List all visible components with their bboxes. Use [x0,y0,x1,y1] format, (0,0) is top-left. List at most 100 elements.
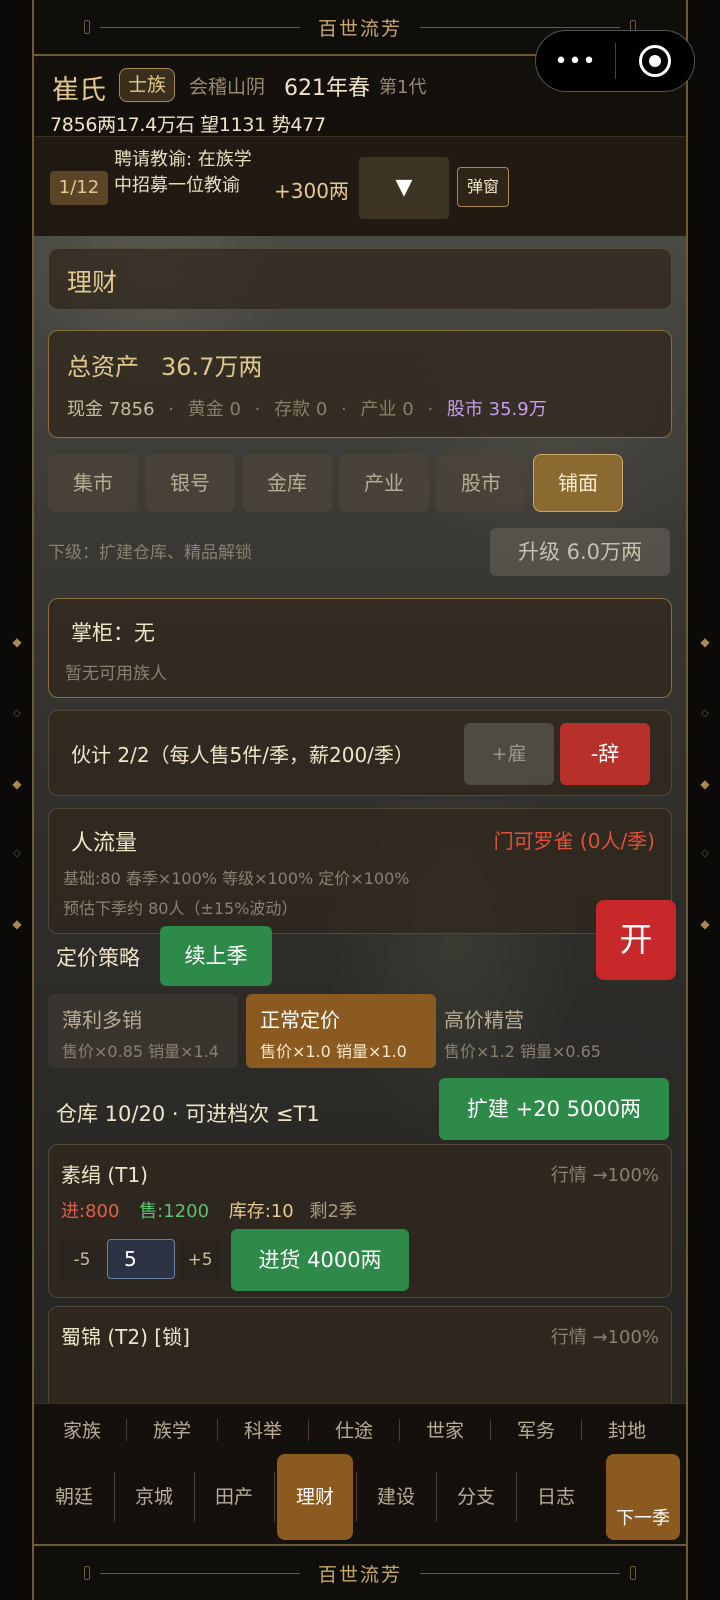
price-option-name: 正常定价 [260,1008,340,1032]
diamond-ornament-icon: ◆ [12,635,22,649]
tab-stock[interactable]: 股市 [436,454,526,512]
manager-sub: 暂无可用族人 [65,664,167,684]
diamond-ornament-icon: ◆ [700,917,710,931]
nav-construction[interactable]: 建设 [358,1482,434,1509]
nav-career[interactable]: 仕途 [314,1416,394,1443]
property-value: 产业 0 [360,399,414,420]
nav-separator [490,1419,491,1441]
nav-separator [581,1419,582,1441]
hire-clerk-button[interactable]: +雇 [464,723,554,785]
bottom-nav: 家族 族学 科举 仕途 世家 军务 封地 朝廷 京城 田产 理财 建设 分支 日… [34,1403,686,1544]
nav-farmland[interactable]: 田产 [196,1482,272,1509]
total-assets-label: 总资产 [67,353,139,381]
separator: · [168,399,174,420]
nav-capital[interactable]: 京城 [116,1482,192,1509]
upgrade-button[interactable]: 升级 6.0万两 [490,528,670,576]
quantity-minus-button[interactable]: -5 [61,1241,103,1279]
traffic-factors: 基础:80 春季×100% 等级×100% 定价×100% [63,869,410,888]
nav-military[interactable]: 军务 [496,1416,576,1443]
goods-market: 行情 →100% [550,1165,659,1186]
cash-value: 现金 7856 [67,399,155,420]
miniprogram-capsule: ••• [535,30,695,92]
nav-exam[interactable]: 科举 [223,1416,303,1443]
open-shop-button[interactable]: 开 [596,900,676,980]
nav-school[interactable]: 族学 [132,1416,212,1443]
clan-place: 会稽山阴 [189,76,266,98]
goods-name: 素绢 (T1) [61,1163,148,1187]
stock-value: 股市 35.9万 [446,399,547,420]
nav-log[interactable]: 日志 [518,1482,594,1509]
tab-vault[interactable]: 金库 [242,454,332,512]
diamond-outline-icon: ◇ [701,708,709,719]
task-dropdown-button[interactable]: ▼ [359,157,449,219]
quantity-input[interactable]: 5 [107,1239,175,1279]
nav-branch[interactable]: 分支 [438,1482,514,1509]
title-line-ornament [100,27,300,28]
price-option-desc: 售价×0.85 销量×1.4 [62,1042,219,1061]
price-option-desc: 售价×1.2 销量×0.65 [444,1042,601,1061]
title-cap-ornament [84,20,90,34]
more-icon[interactable]: ••• [536,49,615,74]
next-level-info: 下级：扩建仓库、精品解锁 [48,543,252,563]
nav-row-primary: 家族 族学 科举 仕途 世家 军务 封地 [34,1404,686,1450]
finance-content[interactable]: 理财 总资产 36.7万两 现金 7856 · 黄金 0 · 存款 0 · 产业… [34,236,686,1403]
nav-separator [356,1472,357,1522]
nav-aristocrats[interactable]: 世家 [405,1416,485,1443]
restock-button[interactable]: 进货 4000两 [231,1229,409,1291]
nav-separator [516,1472,517,1522]
continue-last-season-button[interactable]: 续上季 [160,926,272,986]
deposit-value: 存款 0 [274,399,328,420]
diamond-ornament-icon: ◆ [12,917,22,931]
resources-summary: 7856两17.4万石 望1131 势477 [50,114,326,136]
traffic-estimate: 预估下季约 80人（±15%波动） [63,899,298,918]
quantity-plus-button[interactable]: +5 [179,1241,221,1279]
close-target-icon[interactable] [616,45,694,77]
left-border: ◆ ◇ ◆ ◇ ◆ [0,0,34,1600]
fire-clerk-button[interactable]: -辞 [560,723,650,785]
price-option-high[interactable]: 高价精营 售价×1.2 销量×0.65 [430,994,620,1068]
nav-finance[interactable]: 理财 [277,1454,353,1540]
tab-market[interactable]: 集市 [48,454,138,512]
goods-item: 蜀锦 (T2) [锁] 行情 →100% [48,1306,672,1403]
total-assets-value: 36.7万两 [161,353,263,381]
right-border: ◆ ◇ ◆ ◇ ◆ [686,0,720,1600]
buy-price: 进:800 [61,1201,120,1222]
nav-separator [126,1419,127,1441]
separator: · [341,399,347,420]
nav-separator [436,1472,437,1522]
seasons-left: 剩2季 [309,1201,357,1222]
goods-name: 蜀锦 (T2) [锁] [61,1325,190,1349]
price-option-normal[interactable]: 正常定价 售价×1.0 销量×1.0 [246,994,436,1068]
nav-court[interactable]: 朝廷 [36,1482,112,1509]
sell-price: 售:1200 [139,1201,210,1222]
triangle-down-icon: ▼ [395,175,413,200]
task-reward: +300两 [274,179,349,203]
separator: · [427,399,434,420]
tab-shop[interactable]: 铺面 [533,454,623,512]
popup-button[interactable]: 弹窗 [457,167,509,207]
assets-breakdown: 现金 7856 · 黄金 0 · 存款 0 · 产业 0 · 股市 35.9万 [67,395,547,421]
title-line-ornament [420,27,620,28]
clan-name: 崔氏 [52,75,106,106]
tab-bank[interactable]: 银号 [145,454,235,512]
clerks-panel: 伙计 2/2（每人售5件/季，薪200/季） +雇 -辞 [48,710,672,796]
warehouse-info: 仓库 10/20 · 可进档次 ≤T1 [56,1102,320,1126]
separator: · [254,399,261,420]
stock-count: 库存:10 [228,1201,294,1222]
expand-warehouse-button[interactable]: 扩建 +20 5000两 [439,1078,669,1140]
bottom-title-bar: 百世流芳 [34,1544,686,1600]
task-count: 1/12 [50,171,108,205]
tab-industry[interactable]: 产业 [339,454,429,512]
assets-panel: 总资产 36.7万两 现金 7856 · 黄金 0 · 存款 0 · 产业 0 … [48,330,672,438]
diamond-ornament-icon: ◆ [700,635,710,649]
title-line-ornament [100,1573,300,1574]
price-option-name: 薄利多销 [62,1008,142,1032]
next-season-button[interactable]: 下一季 [606,1454,680,1540]
nav-fief[interactable]: 封地 [587,1416,667,1443]
title-line-ornament [420,1573,620,1574]
nav-family[interactable]: 家族 [42,1416,122,1443]
price-option-name: 高价精营 [444,1008,524,1032]
diamond-ornament-icon: ◆ [700,777,710,791]
section-title-panel: 理财 [48,248,672,310]
price-option-low[interactable]: 薄利多销 售价×0.85 销量×1.4 [48,994,238,1068]
